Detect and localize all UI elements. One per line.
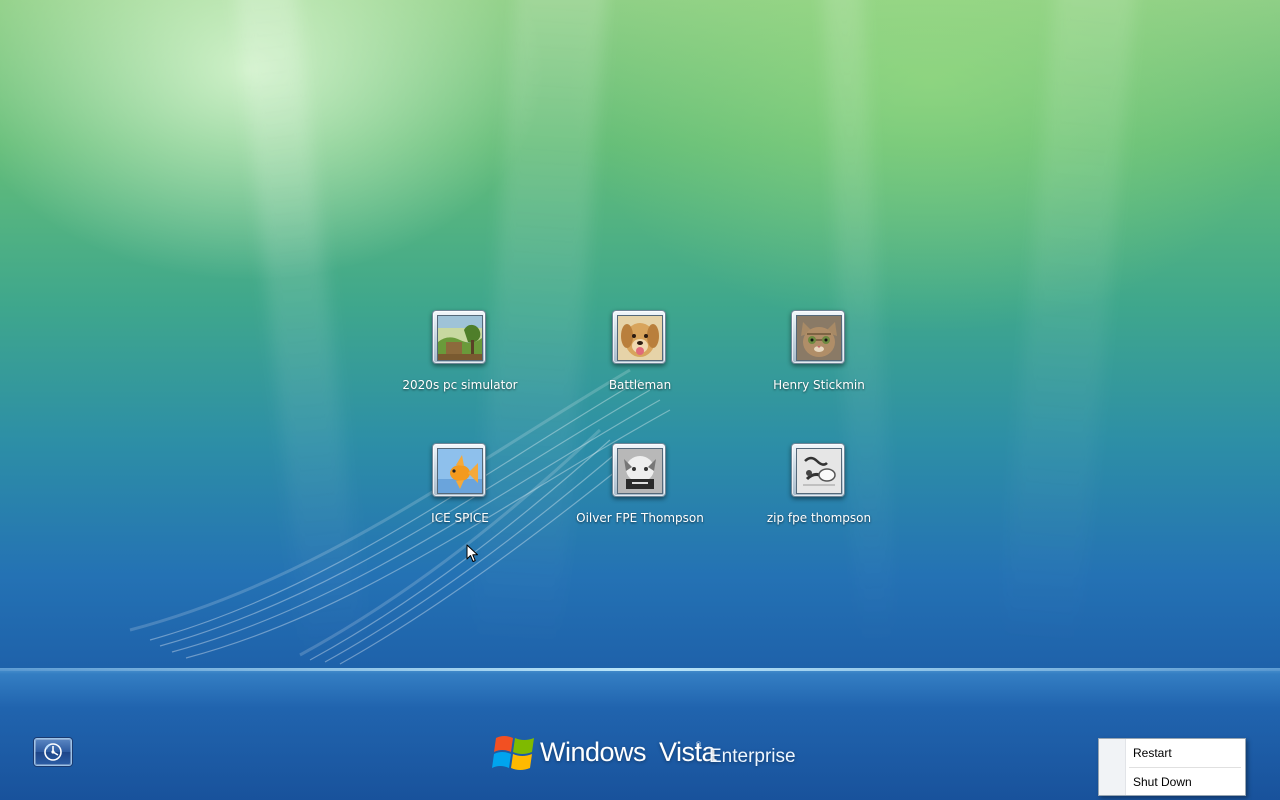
landscape-picture xyxy=(437,315,483,361)
user-picture-frame xyxy=(791,310,845,364)
brand-edition-text: Enterprise xyxy=(709,746,796,767)
user-name: ICE SPICE xyxy=(431,511,489,525)
user-picture-frame xyxy=(612,310,666,364)
kitten-picture xyxy=(796,315,842,361)
ease-of-access-button[interactable] xyxy=(34,738,72,766)
windows-vista-branding: Windows Vista ® Enterprise xyxy=(490,728,800,774)
sketch-picture xyxy=(796,448,842,494)
ease-of-access-icon xyxy=(44,743,62,761)
brand-vista-text: Vista xyxy=(659,737,717,767)
user-name: Battleman xyxy=(608,378,672,392)
user-tile-battleman[interactable]: Battleman xyxy=(565,310,715,420)
user-tile-oilver-fpe-thompson[interactable]: Oilver FPE Thompson xyxy=(565,443,715,553)
brand-trademark: ® xyxy=(695,741,702,749)
user-name: Oilver FPE Thompson xyxy=(576,511,704,525)
user-tile-2020s-pc-simulator[interactable]: 2020s pc simulator xyxy=(385,310,535,420)
user-tile-henry-stickmin[interactable]: Henry Stickmin xyxy=(744,310,894,420)
mouse-cursor-icon xyxy=(466,544,478,562)
power-options-menu: Restart Shut Down xyxy=(1098,738,1246,796)
user-name: Henry Stickmin xyxy=(773,378,865,392)
user-picture-frame xyxy=(612,443,666,497)
menu-item-restart[interactable]: Restart xyxy=(1126,740,1244,766)
windows-logo-icon xyxy=(492,736,534,770)
user-tile-zip-fpe-thompson[interactable]: zip fpe thompson xyxy=(744,443,894,553)
user-picture-frame xyxy=(432,443,486,497)
user-picture-frame xyxy=(432,310,486,364)
horizon-line xyxy=(0,668,1280,671)
dog-picture xyxy=(617,315,663,361)
menu-icon-gutter xyxy=(1099,739,1126,795)
user-name: zip fpe thompson xyxy=(766,511,872,525)
brand-windows-text: Windows xyxy=(540,737,647,767)
grayscale-picture xyxy=(617,448,663,494)
logon-screen: 2020s pc simulator Battleman Henry Stick… xyxy=(0,0,1280,800)
goldfish-picture xyxy=(437,448,483,494)
user-picture-frame xyxy=(791,443,845,497)
menu-separator xyxy=(1129,767,1241,768)
user-tile-ice-spice[interactable]: ICE SPICE xyxy=(385,443,535,553)
user-name: 2020s pc simulator xyxy=(402,378,518,392)
menu-item-shut-down[interactable]: Shut Down xyxy=(1126,769,1244,795)
